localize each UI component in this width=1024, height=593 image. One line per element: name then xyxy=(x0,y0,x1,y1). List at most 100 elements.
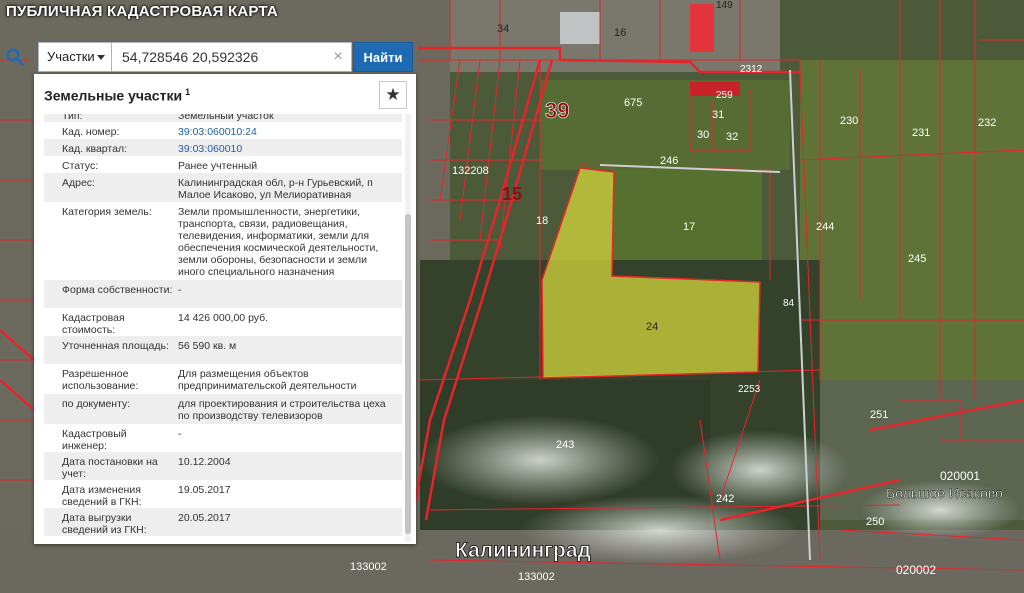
panel-header: Земельные участки 1 ★ xyxy=(34,74,416,114)
parcel-label-24: 24 xyxy=(646,321,658,333)
parcel-label-32: 32 xyxy=(726,131,738,143)
parcel-label-232: 232 xyxy=(978,117,996,129)
attribute-row-permitted-use: Разрешенное использование: Для размещени… xyxy=(44,364,402,394)
attribute-row-area: Уточненная площадь: 56 590 кв. м xyxy=(44,336,402,364)
road-label-39: 39 xyxy=(545,98,569,123)
parcel-label-16: 16 xyxy=(614,27,626,39)
parcel-label-244: 244 xyxy=(816,221,834,233)
parcel-label-2253: 2253 xyxy=(738,384,761,395)
app-title: ПУБЛИЧНАЯ КАДАСТРОВАЯ КАРТА xyxy=(6,3,278,20)
parcel-label-30: 30 xyxy=(697,129,709,141)
quarter-label-020001: 020001 xyxy=(940,469,980,483)
city-label: Калининград xyxy=(455,539,591,562)
building-grey xyxy=(560,12,600,44)
building-red xyxy=(690,4,714,52)
parcel-label-231: 231 xyxy=(912,127,930,139)
attribute-value: для проектирования и строительства цеха … xyxy=(178,398,386,422)
attribute-label: Кад. квартал: xyxy=(62,143,127,155)
clear-search-button[interactable]: × xyxy=(330,48,346,66)
parcel-label-243: 243 xyxy=(556,439,574,451)
attribute-label: Тип: xyxy=(62,114,83,122)
attribute-row-status: Статус: Ранее учтенный xyxy=(44,156,402,173)
attribute-value: 20.05.2017 xyxy=(178,512,231,524)
attribute-value: 56 590 кв. м xyxy=(178,340,237,352)
cloud-1 xyxy=(420,415,660,505)
attribute-label: Категория земель: xyxy=(62,206,152,218)
result-count: 1 xyxy=(185,87,191,97)
search-type-select[interactable]: Участки xyxy=(38,42,112,72)
parcel-label-230: 230 xyxy=(840,115,858,127)
parcel-label-246: 246 xyxy=(660,155,678,167)
attribute-label: Дата постановки на учет: xyxy=(62,456,158,480)
quarter-label-133002-a: 133002 xyxy=(350,561,387,573)
quarter-label-132208: 132208 xyxy=(452,165,489,177)
parcel-label-17: 17 xyxy=(683,221,695,233)
quarter-label-020002: 020002 xyxy=(896,563,936,577)
search-input[interactable] xyxy=(112,42,352,72)
search-icon[interactable] xyxy=(6,48,24,66)
parcel-label-259: 259 xyxy=(716,90,733,101)
panel-title: Земельные участки 1 xyxy=(44,87,190,104)
attribute-label: Дата изменения сведений в ГКН: xyxy=(62,484,142,508)
attribute-label: Кадастровый инженер: xyxy=(62,428,127,452)
attribute-row-cadastral-value: Кадастровая стоимость: 14 426 000,00 руб… xyxy=(44,308,402,336)
parcel-label-250: 250 xyxy=(866,516,884,528)
field-east xyxy=(800,60,1024,380)
road-label-15: 15 xyxy=(502,184,522,204)
attribute-value: 10.12.2004 xyxy=(178,456,231,468)
attribute-row-address: Адрес: Калининградская обл, р-н Гурьевск… xyxy=(44,173,402,202)
add-favorite-button[interactable]: ★ xyxy=(379,81,407,109)
attribute-label: Уточненная площадь: xyxy=(62,340,169,352)
attribute-row-registration-date: Дата постановки на учет: 10.12.2004 xyxy=(44,452,402,480)
parcel-label-251: 251 xyxy=(870,409,888,421)
parcel-label-2312: 2312 xyxy=(740,64,763,75)
attribute-label: Кадастровая стоимость: xyxy=(62,312,125,336)
cadastral-number-link[interactable]: 39:03:060010:24 xyxy=(178,126,396,138)
attribute-value: Земли промышленности, энергетики, трансп… xyxy=(178,206,379,278)
find-button[interactable]: Найти xyxy=(353,42,413,72)
cadastral-quarter-link[interactable]: 39:03:060010 xyxy=(178,143,396,155)
attribute-label: Статус: xyxy=(62,160,99,172)
quarter-label-133002-b: 133002 xyxy=(518,571,555,583)
attribute-row-land-category: Категория земель: Земли промышленности, … xyxy=(44,202,402,280)
panel-title-text: Земельные участки xyxy=(44,87,183,104)
parcel-label-242: 242 xyxy=(716,493,734,505)
attribute-row-by-document: по документу: для проектирования и строи… xyxy=(44,394,402,424)
parcel-info-panel: Земельные участки 1 ★ Тип: Земельный учас… xyxy=(34,74,416,544)
attribute-row-change-date: Дата изменения сведений в ГКН: 19.05.201… xyxy=(44,480,402,508)
attribute-row-cadastral-quarter: Кад. квартал: 39:03:060010 xyxy=(44,139,402,156)
attribute-value: - xyxy=(178,284,182,296)
attribute-label: Форма собственности: xyxy=(62,284,173,296)
attribute-row-cadastral-number: Кад. номер: 39:03:060010:24 xyxy=(44,122,402,139)
attribute-value: Для размещения объектов предпринимательс… xyxy=(178,368,357,392)
parcel-label-675: 675 xyxy=(624,97,642,109)
village-label: Большое Исаково xyxy=(886,485,1003,501)
attribute-label: по документу: xyxy=(62,398,131,410)
attribute-label: Дата выгрузки сведений из ГКН: xyxy=(62,512,147,536)
attribute-label: Кад. номер: xyxy=(62,126,120,138)
star-icon: ★ xyxy=(385,85,401,104)
panel-scrollbar[interactable] xyxy=(405,114,411,542)
attribute-value: 19.05.2017 xyxy=(178,484,231,496)
attribute-table[interactable]: Тип: Земельный участок Кад. номер: 39:03… xyxy=(44,114,402,542)
attribute-row-type: Тип: Земельный участок xyxy=(44,114,402,122)
parcel-label-34: 34 xyxy=(497,23,509,35)
scrollbar-thumb[interactable] xyxy=(405,214,411,534)
parcel-label-245: 245 xyxy=(908,253,926,265)
attribute-row-export-date: Дата выгрузки сведений из ГКН: 20.05.201… xyxy=(44,508,402,536)
parcel-label-31: 31 xyxy=(712,109,724,121)
chevron-down-icon xyxy=(97,55,105,60)
attribute-value: Ранее учтенный xyxy=(178,160,258,172)
attribute-value: 14 426 000,00 руб. xyxy=(178,312,269,324)
search-bar: Участки × Найти xyxy=(0,42,416,72)
parcel-label-18: 18 xyxy=(536,215,548,227)
attribute-row-ownership: Форма собственности: - xyxy=(44,280,402,308)
parcel-label-84: 84 xyxy=(783,298,795,309)
attribute-value: Земельный участок xyxy=(178,114,274,122)
attribute-label: Разрешенное использование: xyxy=(62,368,139,392)
parcel-label-149: 149 xyxy=(716,0,733,11)
search-type-label: Участки xyxy=(47,49,95,64)
attribute-value: Калининградская обл, р-н Гурьевский, п М… xyxy=(178,177,373,201)
attribute-row-engineer: Кадастровый инженер: - xyxy=(44,424,402,452)
attribute-value: - xyxy=(178,428,182,440)
